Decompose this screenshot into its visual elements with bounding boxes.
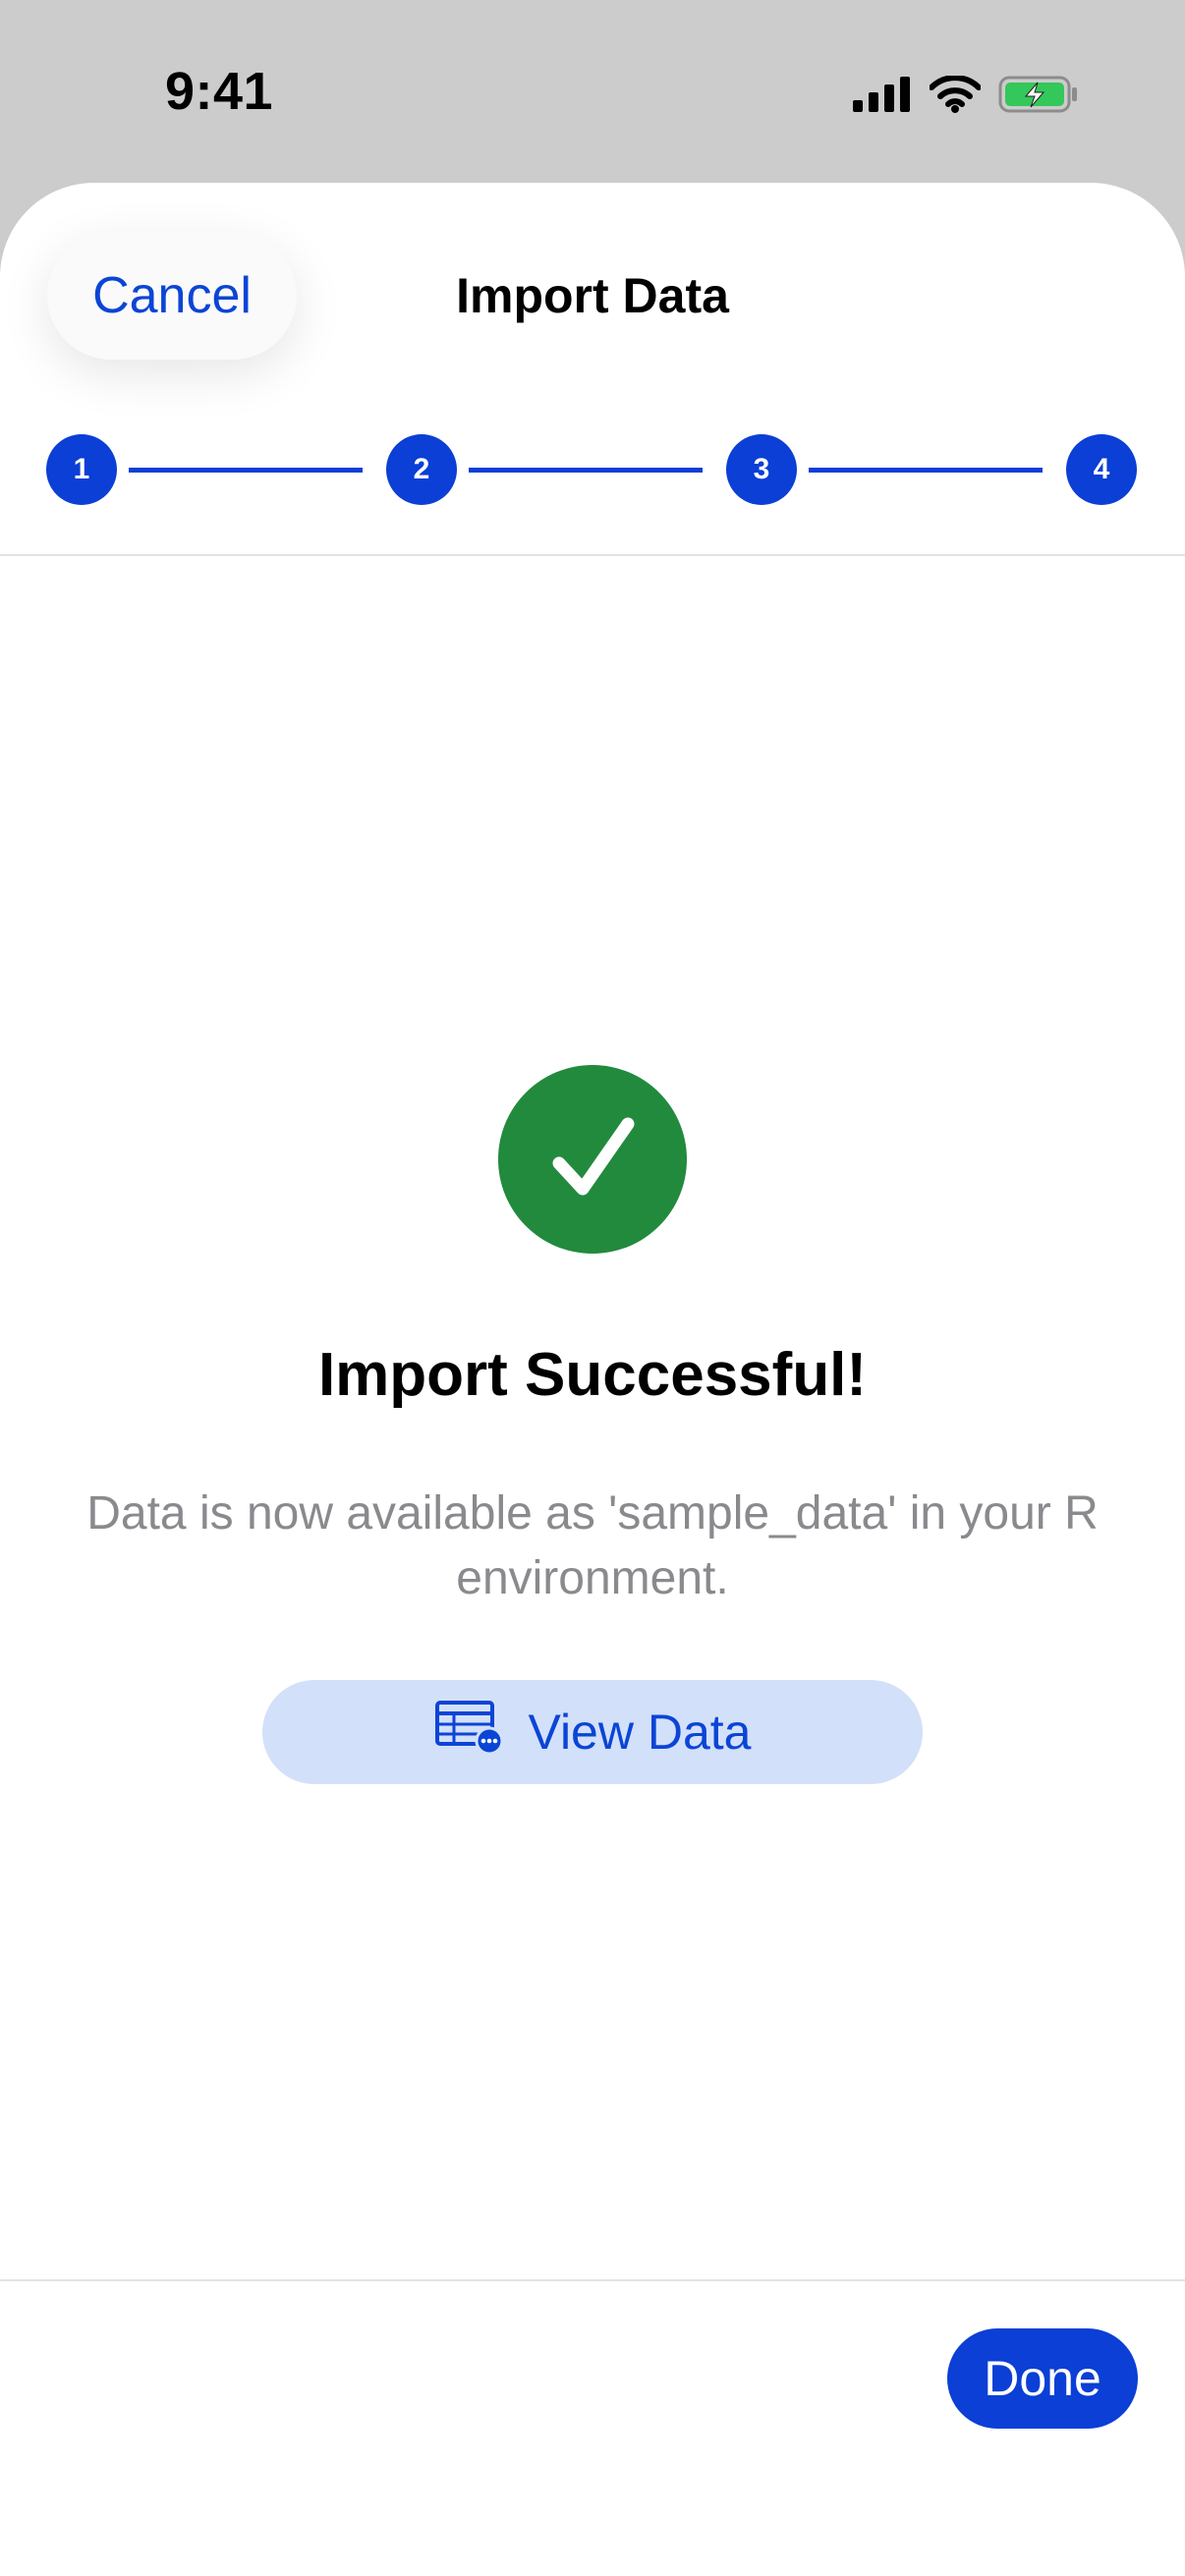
- header-divider: [0, 554, 1185, 556]
- step-4-indicator: 4: [1066, 434, 1137, 505]
- done-button[interactable]: Done: [947, 2328, 1138, 2429]
- view-data-button[interactable]: View Data: [262, 1680, 923, 1784]
- status-bar: 9:41: [0, 0, 1185, 187]
- footer-divider: [0, 2279, 1185, 2281]
- step-progress: 1 2 3 4: [0, 183, 1185, 556]
- success-title: Import Successful!: [317, 1341, 868, 1409]
- step-connector: [129, 468, 363, 473]
- import-sheet: Cancel Import Data 1 2 3 4 Import Succes…: [0, 183, 1185, 2576]
- success-message: Data is now available as 'sample_data' i…: [86, 1487, 1099, 1604]
- view-data-label: View Data: [528, 1705, 752, 1760]
- step-connector: [469, 468, 703, 473]
- table-icon: [434, 1700, 505, 1764]
- battery-charging-icon: [998, 75, 1079, 119]
- checkmark-circle-icon: [498, 1065, 687, 1254]
- wifi-icon: [929, 75, 982, 118]
- step-1-indicator: 1: [46, 434, 117, 505]
- status-time: 9:41: [165, 62, 274, 121]
- cellular-signal-icon: [853, 77, 912, 117]
- step-3-indicator: 3: [726, 434, 797, 505]
- step-2-indicator: 2: [386, 434, 457, 505]
- step-connector: [809, 468, 1043, 473]
- status-icons: [853, 75, 1079, 119]
